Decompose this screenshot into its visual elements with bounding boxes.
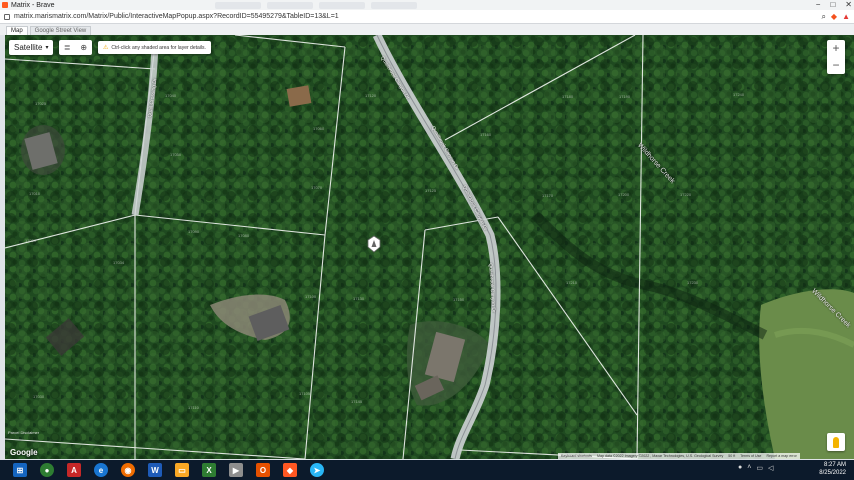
lot-number: 17025 bbox=[35, 101, 47, 106]
lot-number: 17180 bbox=[562, 94, 574, 99]
hint-banner: ⚠ Ctrl-click any shaded area for layer d… bbox=[98, 41, 211, 54]
chevron-down-icon: ▾ bbox=[45, 45, 49, 51]
brave-icon[interactable]: ◆ bbox=[283, 463, 297, 477]
map-attribution: Keyboard shortcuts Map data ©2022 Imager… bbox=[558, 453, 800, 459]
lot-number: 17170 bbox=[542, 193, 554, 198]
google-logo: Google bbox=[10, 448, 38, 457]
volume-icon[interactable]: ◁ bbox=[768, 464, 773, 472]
tab-map[interactable]: Map bbox=[6, 26, 28, 35]
chrome-tray-icon[interactable]: ● bbox=[738, 464, 742, 472]
report-map-error-link[interactable]: Report a map error bbox=[766, 454, 796, 458]
address-bar-icons: ⌕ ◆ ▲ bbox=[821, 12, 850, 22]
lot-number: 17100 bbox=[305, 294, 317, 299]
system-clock[interactable]: 8:27 AM 8/25/2022 bbox=[819, 461, 846, 477]
outlook-icon[interactable]: O bbox=[256, 463, 270, 477]
zoom-control: + − bbox=[827, 40, 845, 74]
brave-logo-icon bbox=[2, 2, 8, 8]
system-tray: ● ˄ ▭ ◁ bbox=[738, 464, 773, 472]
tab-street-view[interactable]: Google Street View bbox=[29, 26, 92, 35]
excel-icon[interactable]: X bbox=[202, 463, 216, 477]
browser-tab[interactable] bbox=[370, 1, 417, 9]
lot-number: 17090 bbox=[188, 229, 200, 234]
lot-number: 17145 bbox=[351, 399, 363, 404]
lot-number: 17034 bbox=[113, 260, 125, 265]
street-view-pegman-icon[interactable] bbox=[827, 433, 845, 451]
window-title-bar: Matrix - Brave − □ ✕ bbox=[0, 0, 854, 10]
rewards-icon[interactable]: ▲ bbox=[842, 12, 850, 22]
satellite-imagery bbox=[5, 35, 854, 459]
lot-number: 17220 bbox=[680, 192, 692, 197]
windows-start-icon[interactable]: ⊞ bbox=[13, 463, 27, 477]
telegram-icon[interactable]: ➤ bbox=[310, 463, 324, 477]
terms-of-use-link[interactable]: Terms of Use bbox=[740, 454, 761, 458]
network-icon[interactable]: ▭ bbox=[756, 464, 763, 472]
keyboard-shortcuts-link[interactable]: Keyboard shortcuts bbox=[561, 454, 592, 458]
lot-number: 17110 bbox=[188, 405, 199, 410]
zoom-out-button[interactable]: − bbox=[832, 57, 839, 74]
locate-icon[interactable]: ⊕ bbox=[80, 43, 87, 52]
firefox-icon[interactable]: ◉ bbox=[121, 463, 135, 477]
brave-shield-icon[interactable]: ◆ bbox=[831, 12, 837, 22]
lot-number: 17230 bbox=[687, 280, 699, 285]
lot-number: 17080 bbox=[238, 233, 250, 238]
clock-date: 8/25/2022 bbox=[819, 470, 846, 476]
window-controls: − □ ✕ bbox=[816, 0, 852, 10]
browser-tab[interactable] bbox=[266, 1, 313, 9]
media-player-icon[interactable]: ▶ bbox=[229, 463, 243, 477]
lock-icon[interactable] bbox=[4, 13, 10, 20]
lot-number: 17125 bbox=[425, 188, 437, 193]
lot-number: 17130 bbox=[353, 296, 365, 301]
lot-number: 17020 bbox=[25, 238, 37, 243]
satellite-map[interactable]: Quail Crossing Dr Quailbrook Canyon Dr Q… bbox=[5, 35, 854, 459]
chrome-icon[interactable]: ● bbox=[40, 463, 54, 477]
lot-number: 17030 bbox=[33, 394, 45, 399]
lot-number: 17050 bbox=[170, 152, 182, 157]
maximize-button[interactable]: □ bbox=[830, 0, 835, 10]
internet-explorer-icon[interactable]: e bbox=[94, 463, 108, 477]
lot-number: 17070 bbox=[311, 185, 323, 190]
window-title: Matrix - Brave bbox=[11, 1, 55, 9]
parcel-disclaimer[interactable]: Parcel Disclaimer bbox=[8, 430, 39, 435]
lot-number: 17105 bbox=[299, 391, 311, 396]
lot-number: 17040 bbox=[165, 93, 177, 98]
map-data-text: Map data ©2022 Imagery ©2022 , Maxar Tec… bbox=[596, 454, 724, 458]
map-type-label: Satellite bbox=[14, 43, 43, 52]
layer-controls: ≣ ⊕ bbox=[59, 40, 92, 55]
property-marker-icon[interactable] bbox=[367, 235, 381, 253]
background-tabs bbox=[214, 1, 417, 9]
lot-number: 17150 bbox=[453, 297, 465, 302]
lot-number: 17190 bbox=[619, 94, 631, 99]
word-icon[interactable]: W bbox=[148, 463, 162, 477]
lot-number: 17160 bbox=[480, 132, 492, 137]
zoom-in-button[interactable]: + bbox=[832, 40, 839, 57]
minimize-button[interactable]: − bbox=[816, 0, 821, 10]
url-text[interactable]: matrix.marismatrix.com/Matrix/Public/Int… bbox=[14, 13, 339, 20]
lot-number: 17200 bbox=[618, 192, 630, 197]
browser-tab[interactable] bbox=[318, 1, 365, 9]
lot-number: 17210 bbox=[566, 280, 578, 285]
layers-icon[interactable]: ≣ bbox=[64, 43, 71, 52]
file-explorer-icon[interactable]: ▭ bbox=[175, 463, 189, 477]
map-tab-strip: Map Google Street View bbox=[0, 24, 854, 35]
warning-icon: ⚠ bbox=[103, 45, 109, 51]
hint-text: Ctrl-click any shaded area for layer det… bbox=[111, 44, 206, 51]
lot-number: 17120 bbox=[365, 93, 377, 98]
browser-tab[interactable] bbox=[214, 1, 261, 9]
windows-taskbar: ⊞ ● A e ◉ W ▭ X ▶ O ◆ ➤ bbox=[0, 460, 854, 480]
lot-number: 17240 bbox=[733, 92, 745, 97]
lot-number: 17060 bbox=[313, 126, 325, 131]
search-icon[interactable]: ⌕ bbox=[821, 12, 825, 22]
map-type-dropdown[interactable]: Satellite ▾ bbox=[9, 40, 54, 55]
lot-number: 17010 bbox=[29, 191, 41, 196]
address-bar: matrix.marismatrix.com/Matrix/Public/Int… bbox=[0, 10, 854, 24]
clock-time: 8:27 AM bbox=[823, 462, 846, 468]
close-button[interactable]: ✕ bbox=[845, 0, 852, 10]
chevron-up-icon[interactable]: ˄ bbox=[747, 464, 751, 472]
acrobat-icon[interactable]: A bbox=[67, 463, 81, 477]
scale-bar[interactable]: 50 ft bbox=[728, 454, 735, 458]
